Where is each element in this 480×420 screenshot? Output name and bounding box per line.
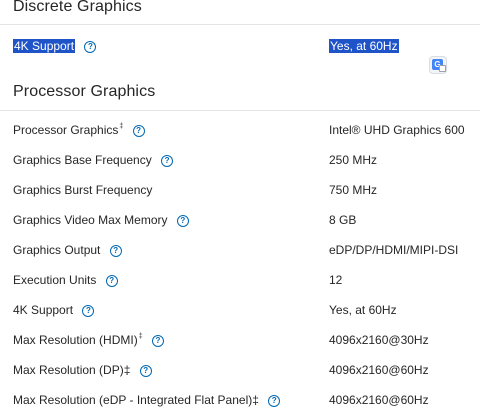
help-icon[interactable]: ?: [105, 275, 118, 287]
spec-label-text: Max Resolution (DP)‡: [13, 363, 131, 377]
spec-value: eDP/DP/HDMI/MIPI-DSI: [329, 243, 459, 257]
spec-row-max-resolution-edp: Max Resolution (eDP - Integrated Flat Pa…: [0, 391, 480, 411]
footnote-mark: ‡: [119, 123, 124, 130]
spec-row-max-resolution-hdmi: Max Resolution (HDMI)‡ ? 4096x2160@30Hz: [0, 331, 480, 351]
spec-label-text: 4K Support: [13, 303, 74, 317]
help-icon[interactable]: ?: [161, 155, 174, 167]
spec-label: Max Resolution (DP)‡ ?: [13, 363, 152, 377]
translate-icon[interactable]: G: [429, 56, 447, 74]
spec-label-text: Graphics Video Max Memory: [13, 213, 168, 227]
spec-label-text: Max Resolution (eDP - Integrated Flat Pa…: [13, 393, 259, 407]
footnote-mark: ‡: [138, 333, 143, 340]
spec-row-max-resolution-dp: Max Resolution (DP)‡ ? 4096x2160@60Hz: [0, 361, 480, 381]
spec-label-text: Max Resolution (HDMI): [13, 333, 138, 347]
spec-row-graphics-video-max-memory: Graphics Video Max Memory ? 8 GB: [0, 211, 480, 231]
spec-value: 12: [329, 273, 343, 287]
spec-label: 4K Support ?: [13, 303, 95, 317]
spec-row-execution-units: Execution Units ? 12: [0, 271, 480, 291]
help-icon[interactable]: ?: [268, 395, 281, 407]
help-icon[interactable]: ?: [176, 215, 189, 227]
spec-value: 4096x2160@60Hz: [329, 393, 429, 407]
discrete-graphics-title: Discrete Graphics: [13, 0, 142, 15]
spec-label-text: Graphics Output: [13, 243, 101, 257]
spec-label-text: Graphics Base Frequency: [13, 153, 152, 167]
spec-label-text: Execution Units: [13, 273, 97, 287]
help-icon[interactable]: ?: [82, 305, 95, 317]
help-icon[interactable]: ?: [132, 125, 145, 137]
help-icon[interactable]: ?: [151, 335, 164, 347]
spec-value: Yes, at 60Hz: [329, 39, 399, 53]
spec-row-graphics-output: Graphics Output ? eDP/DP/HDMI/MIPI-DSI: [0, 241, 480, 261]
spec-value: 4096x2160@60Hz: [329, 363, 429, 377]
spec-row-processor-graphics: Processor Graphics‡ ? Intel® UHD Graphic…: [0, 121, 480, 141]
spec-row-4k-support-discrete: 4K Support ? Yes, at 60Hz: [0, 37, 480, 57]
divider: [0, 24, 480, 25]
spec-row-graphics-burst-frequency: Graphics Burst Frequency 750 MHz: [0, 181, 480, 201]
spec-label: Graphics Output ?: [13, 243, 122, 257]
spec-value: Yes, at 60Hz: [329, 303, 397, 317]
spec-value: 8 GB: [329, 213, 357, 227]
spec-label: Graphics Burst Frequency: [13, 183, 152, 197]
spec-label: Max Resolution (eDP - Integrated Flat Pa…: [13, 393, 281, 407]
spec-value: Intel® UHD Graphics 600: [329, 123, 465, 137]
spec-label: 4K Support ?: [13, 39, 97, 53]
help-icon[interactable]: ?: [139, 365, 152, 377]
spec-value: 750 MHz: [329, 183, 378, 197]
help-icon[interactable]: ?: [109, 245, 122, 257]
spec-label: Max Resolution (HDMI)‡ ?: [13, 333, 164, 347]
spec-label-text: Processor Graphics: [13, 123, 119, 137]
spec-label: Execution Units ?: [13, 273, 118, 287]
spec-label-text: Graphics Burst Frequency: [13, 183, 153, 197]
spec-value: 4096x2160@30Hz: [329, 333, 429, 347]
translate-overlay-icon: [439, 65, 446, 72]
spec-label: Graphics Base Frequency ?: [13, 153, 174, 167]
spec-row-graphics-base-frequency: Graphics Base Frequency ? 250 MHz: [0, 151, 480, 171]
spec-label: Processor Graphics‡ ?: [13, 123, 145, 137]
help-icon[interactable]: ?: [84, 41, 97, 53]
spec-label: Graphics Video Max Memory ?: [13, 213, 189, 227]
divider: [0, 110, 480, 111]
spec-row-4k-support: 4K Support ? Yes, at 60Hz: [0, 301, 480, 321]
spec-value: 250 MHz: [329, 153, 378, 167]
spec-label-text: 4K Support: [13, 39, 76, 53]
processor-graphics-title: Processor Graphics: [13, 83, 156, 100]
spec-value-text: Yes, at 60Hz: [329, 39, 399, 53]
